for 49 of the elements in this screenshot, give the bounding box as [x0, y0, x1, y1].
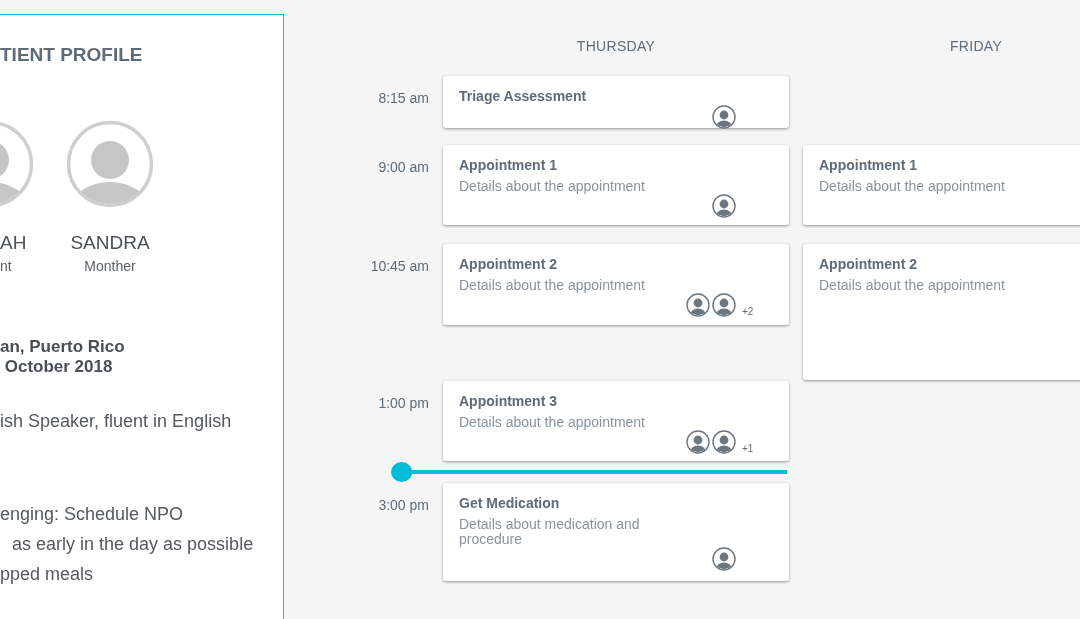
appointment-card[interactable]: Appointment 1 Details about the appointment — [443, 145, 789, 225]
address-line: October 2018 — [3, 357, 114, 377]
person-avatar-icon — [712, 194, 736, 218]
language-text: ish Speaker, fluent in English — [0, 410, 233, 433]
more-count: +1 — [742, 443, 754, 454]
family-role: nt — [0, 258, 12, 274]
appointment-card[interactable]: Triage Assessment — [443, 76, 789, 128]
person-avatar-icon — [686, 430, 710, 454]
person-avatar-icon — [712, 547, 736, 571]
appointment-details: Details about the appointment — [819, 179, 1006, 194]
person-avatar-icon — [686, 293, 710, 317]
family-name: AH — [0, 232, 27, 254]
appointment-title: Appointment 1 — [819, 157, 918, 174]
time-label: 3:00 pm — [377, 496, 429, 515]
note-text: enging: Schedule NPO — [0, 503, 185, 526]
family-role: Monther — [84, 258, 136, 274]
time-label: 9:00 am — [377, 158, 429, 177]
time-label: 8:15 am — [377, 89, 429, 108]
appointment-card[interactable]: Get Medication Details about medication and procedure — [443, 483, 789, 581]
appointment-title: Appointment 1 — [459, 157, 558, 174]
time-label: 1:00 pm — [377, 394, 429, 413]
day-heading: FRIDAY — [948, 38, 1004, 56]
appointment-title: Appointment 2 — [459, 256, 558, 273]
appointment-details: Details about medication and procedure — [459, 517, 641, 547]
panel-title: TIENT PROFILE — [0, 43, 144, 67]
person-avatar-icon — [712, 430, 736, 454]
appointment-title: Triage Assessment — [459, 88, 588, 105]
appointment-title: Appointment 3 — [459, 393, 558, 410]
appointment-details: Details about the appointment — [819, 278, 1006, 293]
appointment-details: Details about the appointment — [459, 415, 646, 430]
more-count: +2 — [742, 306, 754, 317]
appointment-card[interactable]: Appointment 2 Details about the appointment — [803, 244, 1080, 380]
address-line: an, Puerto Rico — [0, 337, 126, 357]
note-text: as early in the day as possible — [11, 533, 255, 556]
appointment-card[interactable]: Appointment 2 Details about the appointment +2 — [443, 244, 789, 325]
appointment-details: Details about the appointment — [459, 179, 646, 194]
person-avatar-icon — [66, 120, 154, 208]
day-heading: THURSDAY — [575, 38, 657, 56]
appointment-title: Get Medication — [459, 495, 561, 512]
appointment-details: Details about the appointment — [459, 278, 646, 293]
note-text: pped meals — [0, 563, 95, 586]
time-label: 10:45 am — [369, 257, 429, 276]
appointment-card[interactable]: Appointment 1 Details about the appointment — [803, 145, 1080, 225]
appointment-title: Appointment 2 — [819, 256, 918, 273]
appointment-card[interactable]: Appointment 3 Details about the appointment +1 — [443, 381, 789, 461]
person-avatar-icon — [712, 105, 736, 129]
family-name: SANDRA — [70, 232, 150, 254]
person-avatar-icon — [712, 293, 736, 317]
person-avatar-icon — [0, 120, 33, 208]
